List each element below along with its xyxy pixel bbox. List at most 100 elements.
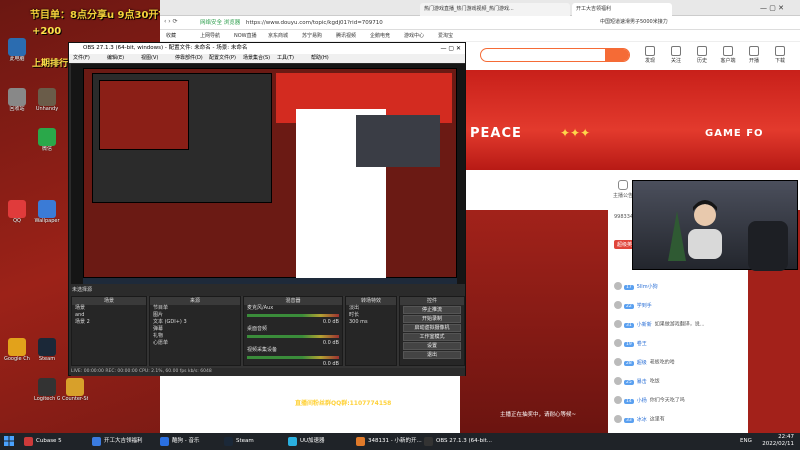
taskbar-app[interactable]: 348131 - 小新的开... (354, 435, 422, 448)
obs-menu-item[interactable]: 场景集合(S) (243, 54, 270, 63)
overlay-counter: +200 (32, 26, 62, 37)
chat-username[interactable]: 5llm小狗 (637, 284, 658, 290)
level-badge: 22 (624, 303, 634, 309)
nav-buttons[interactable]: ‹ › ⟳ (164, 18, 178, 25)
volume-meter[interactable] (247, 335, 339, 338)
obs-control-button[interactable]: 停止推流 (403, 306, 461, 314)
desktop-icon[interactable]: QQ (4, 200, 30, 224)
header-nav-item[interactable]: 客户端 (718, 46, 738, 64)
chat-message[interactable]: 22 学到手 (614, 301, 655, 309)
scenes-item[interactable]: 场景 (72, 305, 146, 312)
chat-message[interactable]: 28 超级 老板吃的哈 (614, 358, 675, 366)
desktop-icon[interactable]: Counter-Strike GO (62, 378, 88, 402)
obs-menu-item[interactable]: 文件(F) (73, 54, 90, 63)
scenes-item[interactable]: 场景 2 (72, 319, 146, 326)
obs-menu-item[interactable]: 工具(T) (277, 54, 294, 63)
sources-item[interactable]: 心愿单 (150, 340, 240, 347)
page-background-left (460, 210, 608, 433)
chat-username[interactable]: 小杨 (637, 398, 647, 404)
header-nav-item[interactable]: 开播 (744, 46, 764, 64)
system-clock[interactable]: 22:47 2022/02/11 (762, 434, 794, 448)
bookmark-item[interactable]: 京东商城 (268, 32, 288, 39)
tab-active[interactable]: 开工大吉领福利 (572, 3, 672, 16)
tab-hot-games[interactable]: 热门游戏直播_热门游戏视频_热门游戏... (420, 3, 570, 16)
obs-preview[interactable] (71, 64, 465, 284)
sources-item[interactable]: 节目单 (150, 305, 240, 312)
desktop-icon[interactable]: Steam (34, 338, 60, 362)
bookmark-item[interactable]: 游戏中心 (404, 32, 424, 39)
bookmark-item[interactable]: 企鹅电竞 (370, 32, 390, 39)
language-indicator[interactable]: ENG (740, 438, 752, 444)
header-nav-item[interactable]: 发现 (640, 46, 660, 64)
address-bar[interactable]: ‹ › ⟳ 网络安全 浏览器 https://www.douyu.com/top… (160, 16, 800, 30)
chat-username[interactable]: 冰冰 (637, 417, 647, 423)
chat-message[interactable]: 14 小杨 你们今天吃了吗 (614, 396, 685, 404)
windows-start-icon[interactable] (4, 436, 14, 446)
obs-control-button[interactable]: 工作室模式 (403, 333, 461, 341)
obs-menu-item[interactable]: 视图(V) (141, 54, 158, 63)
transitions-item[interactable]: 时长 (346, 312, 396, 319)
chat-message[interactable]: 31 小新新 如果做游戏翻译，说... (614, 320, 705, 328)
obs-control-button[interactable]: 启动虚拟摄像机 (403, 324, 461, 332)
obs-menu-item[interactable]: 帮助(H) (311, 54, 329, 63)
site-search-input[interactable] (480, 48, 630, 62)
taskbar-app[interactable]: Cubase 5 (22, 435, 86, 448)
obs-window-controls[interactable]: — ▢ ✕ (440, 43, 461, 54)
desktop-icon[interactable]: Unhandy (34, 88, 60, 112)
url-prefix: 网络安全 浏览器 (200, 20, 241, 26)
chat-username[interactable]: 学到手 (637, 303, 652, 309)
obs-control-button[interactable]: 开始录制 (403, 315, 461, 323)
chat-message[interactable]: 17 5llm小狗 (614, 282, 661, 290)
taskbar-app[interactable]: UU加速器 (286, 435, 350, 448)
chat-message[interactable]: 19 卷王 (614, 339, 650, 347)
search-hint[interactable]: 中国短道速滑男子5000米接力 (600, 18, 668, 25)
header-nav-item[interactable]: 下载 (770, 46, 790, 64)
taskbar-app[interactable]: OBS 27.1.3 (64-bit... (422, 435, 492, 448)
desktop-icon[interactable]: 回收站 (4, 88, 30, 112)
volume-meter[interactable] (247, 356, 339, 359)
obs-control-button[interactable]: 设置 (403, 342, 461, 350)
app-icon (38, 200, 56, 218)
desktop-icon[interactable]: Google Chrome (4, 338, 30, 362)
header-nav-item[interactable]: 历史 (692, 46, 712, 64)
taskbar-app[interactable]: Steam (222, 435, 286, 448)
bookmark-item[interactable]: 上网导航 (200, 32, 220, 39)
chat-username[interactable]: 小新新 (637, 322, 652, 328)
window-controls[interactable]: — ▢ ✕ (760, 4, 784, 12)
desktop-icon[interactable]: Wallpaper (34, 200, 60, 224)
header-nav-item[interactable]: 关注 (666, 46, 686, 64)
bookmark-item[interactable]: NOW直播 (234, 32, 257, 39)
header-nav-icon (671, 46, 681, 56)
scenes-item[interactable]: and (72, 312, 146, 319)
bookmark-item[interactable]: 腾讯视频 (336, 32, 356, 39)
sources-item[interactable]: 弹幕 (150, 326, 240, 333)
sources-item[interactable]: 图片 (150, 312, 240, 319)
volume-meter[interactable] (247, 314, 339, 317)
bookmark-item[interactable]: 收藏 (166, 32, 176, 39)
chat-username[interactable]: 超级 (637, 360, 647, 366)
app-icon (38, 128, 56, 146)
obs-menu-item[interactable]: 编辑(E) (107, 54, 124, 63)
streamer-silhouette (688, 200, 722, 259)
search-icon[interactable] (605, 49, 629, 61)
obs-menu-item[interactable]: 停靠部件(D) (175, 54, 203, 63)
obs-menu-item[interactable]: 配置文件(P) (209, 54, 236, 63)
chat-username[interactable]: 卷王 (637, 341, 647, 347)
taskbar-app[interactable]: 酷狗 - 音乐 (158, 435, 222, 448)
desktop-icon-label: Counter-Strike GO (62, 396, 88, 402)
chat-username[interactable]: 暴击 (637, 379, 647, 385)
sources-item[interactable]: 礼物 (150, 333, 240, 340)
transitions-item[interactable]: 300 ms (346, 319, 396, 326)
chat-message[interactable]: 25 暴击 吃饭 (614, 377, 660, 385)
desktop-icon[interactable]: 此电脑 (4, 38, 30, 62)
desktop-icon[interactable]: 微信 (34, 128, 60, 152)
chat-message[interactable]: 33 冰冰 这里有 (614, 415, 665, 423)
obs-control-button[interactable]: 退出 (403, 351, 461, 359)
url-text[interactable]: https://www.douyu.com/topic/kgdj01?rid=7… (246, 20, 383, 26)
bookmark-item[interactable]: 爱淘宝 (438, 32, 453, 39)
bookmark-item[interactable]: 苏宁易购 (302, 32, 322, 39)
desktop-icon[interactable]: Logitech G HUB (34, 378, 60, 402)
sources-item[interactable]: 文本 (GDI+) 3 (150, 319, 240, 326)
taskbar-app[interactable]: 开工大吉领福利 (90, 435, 154, 448)
transitions-item[interactable]: 淡出 (346, 305, 396, 312)
